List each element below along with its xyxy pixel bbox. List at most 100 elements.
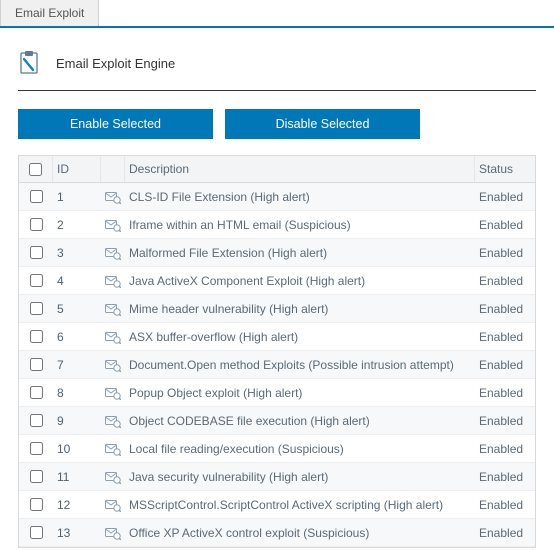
row-status: Enabled — [475, 239, 535, 266]
row-id: 13 — [53, 519, 101, 546]
row-checkbox[interactable] — [30, 274, 43, 287]
row-description: Popup Object exploit (High alert) — [125, 379, 475, 406]
row-id: 9 — [53, 407, 101, 434]
row-checkbox-cell — [19, 519, 53, 546]
row-status: Enabled — [475, 463, 535, 490]
table-row[interactable]: 9 Object CODEBASE file execution (High al… — [19, 407, 535, 435]
header-status[interactable]: Status — [475, 156, 535, 182]
row-id: 2 — [53, 211, 101, 238]
tab-email-exploit[interactable]: Email Exploit — [0, 0, 99, 26]
header-icon — [101, 156, 125, 182]
select-all-checkbox[interactable] — [29, 163, 42, 176]
row-status: Enabled — [475, 491, 535, 518]
row-status: Enabled — [475, 267, 535, 294]
content-area: Email Exploit Engine Enable Selected Dis… — [0, 28, 554, 548]
row-status: Enabled — [475, 183, 535, 210]
table-row[interactable]: 3 Malformed File Extension (High alert)En… — [19, 239, 535, 267]
row-status: Enabled — [475, 407, 535, 434]
mail-search-icon — [101, 183, 125, 210]
row-checkbox-cell — [19, 239, 53, 266]
row-checkbox-cell — [19, 379, 53, 406]
mail-search-icon — [101, 239, 125, 266]
row-status: Enabled — [475, 435, 535, 462]
row-checkbox[interactable] — [30, 470, 43, 483]
row-id: 7 — [53, 351, 101, 378]
row-id: 4 — [53, 267, 101, 294]
table-row[interactable]: 11 Java security vulnerability (High aler… — [19, 463, 535, 491]
row-checkbox-cell — [19, 491, 53, 518]
row-id: 1 — [53, 183, 101, 210]
row-status: Enabled — [475, 295, 535, 322]
row-description: Malformed File Extension (High alert) — [125, 239, 475, 266]
table-row[interactable]: 6 ASX buffer-overflow (High alert)Enabled — [19, 323, 535, 351]
table-row[interactable]: 8 Popup Object exploit (High alert)Enable… — [19, 379, 535, 407]
table-row[interactable]: 5 Mime header vulnerability (High alert)E… — [19, 295, 535, 323]
table-row[interactable]: 13 Office XP ActiveX control exploit (Sus… — [19, 519, 535, 547]
row-id: 5 — [53, 295, 101, 322]
row-status: Enabled — [475, 323, 535, 350]
table-row[interactable]: 10Local file reading/execution (Suspicio… — [19, 435, 535, 463]
header-description[interactable]: Description — [125, 156, 475, 182]
table-row[interactable]: 2 Iframe within an HTML email (Suspicious… — [19, 211, 535, 239]
row-status: Enabled — [475, 379, 535, 406]
row-description: CLS-ID File Extension (High alert) — [125, 183, 475, 210]
row-description: Document.Open method Exploits (Possible … — [125, 351, 475, 378]
table-row[interactable]: 1 CLS-ID File Extension (High alert)Enabl… — [19, 183, 535, 211]
mail-search-icon — [101, 519, 125, 546]
header-id[interactable]: ID — [53, 156, 101, 182]
disable-selected-button[interactable]: Disable Selected — [225, 109, 420, 139]
clipboard-icon — [18, 50, 40, 76]
row-checkbox[interactable] — [30, 190, 43, 203]
row-id: 3 — [53, 239, 101, 266]
mail-search-icon — [101, 435, 125, 462]
row-description: Java ActiveX Component Exploit (High ale… — [125, 267, 475, 294]
row-checkbox[interactable] — [30, 526, 43, 539]
row-checkbox[interactable] — [30, 498, 43, 511]
row-id: 8 — [53, 379, 101, 406]
mail-search-icon — [101, 295, 125, 322]
row-checkbox-cell — [19, 351, 53, 378]
row-checkbox[interactable] — [30, 442, 43, 455]
page-title: Email Exploit Engine — [56, 56, 175, 71]
table-row[interactable]: 12 MSScriptControl.ScriptControl ActiveX … — [19, 491, 535, 519]
row-checkbox-cell — [19, 267, 53, 294]
row-checkbox[interactable] — [30, 358, 43, 371]
row-checkbox[interactable] — [30, 302, 43, 315]
exploit-table: ID Description Status 1 CLS-ID File Exten… — [18, 155, 536, 548]
row-description: Java security vulnerability (High alert) — [125, 463, 475, 490]
row-id: 12 — [53, 491, 101, 518]
action-buttons: Enable Selected Disable Selected — [18, 91, 536, 155]
table-body: 1CLS-ID File Extension (High alert)Enabl… — [19, 183, 535, 547]
enable-selected-button[interactable]: Enable Selected — [18, 109, 213, 139]
mail-search-icon — [101, 379, 125, 406]
row-description: ASX buffer-overflow (High alert) — [125, 323, 475, 350]
row-checkbox[interactable] — [30, 414, 43, 427]
row-checkbox-cell — [19, 183, 53, 210]
row-checkbox-cell — [19, 435, 53, 462]
mail-search-icon — [101, 351, 125, 378]
header-checkbox-cell — [19, 156, 53, 182]
mail-search-icon — [101, 491, 125, 518]
row-id: 6 — [53, 323, 101, 350]
tab-bar: Email Exploit — [0, 0, 554, 28]
mail-search-icon — [101, 323, 125, 350]
mail-search-icon — [101, 211, 125, 238]
mail-search-icon — [101, 407, 125, 434]
table-row[interactable]: 7 Document.Open method Exploits (Possible… — [19, 351, 535, 379]
row-id: 11 — [53, 463, 101, 490]
row-status: Enabled — [475, 351, 535, 378]
row-description: Iframe within an HTML email (Suspicious) — [125, 211, 475, 238]
row-checkbox[interactable] — [30, 218, 43, 231]
row-checkbox[interactable] — [30, 246, 43, 259]
row-checkbox[interactable] — [30, 330, 43, 343]
row-status: Enabled — [475, 211, 535, 238]
row-checkbox-cell — [19, 407, 53, 434]
row-description: Mime header vulnerability (High alert) — [125, 295, 475, 322]
row-description: Object CODEBASE file execution (High ale… — [125, 407, 475, 434]
row-status: Enabled — [475, 519, 535, 546]
row-checkbox[interactable] — [30, 386, 43, 399]
row-description: MSScriptControl.ScriptControl ActiveX sc… — [125, 491, 475, 518]
table-row[interactable]: 4 Java ActiveX Component Exploit (High al… — [19, 267, 535, 295]
row-description: Office XP ActiveX control exploit (Suspi… — [125, 519, 475, 546]
mail-search-icon — [101, 267, 125, 294]
